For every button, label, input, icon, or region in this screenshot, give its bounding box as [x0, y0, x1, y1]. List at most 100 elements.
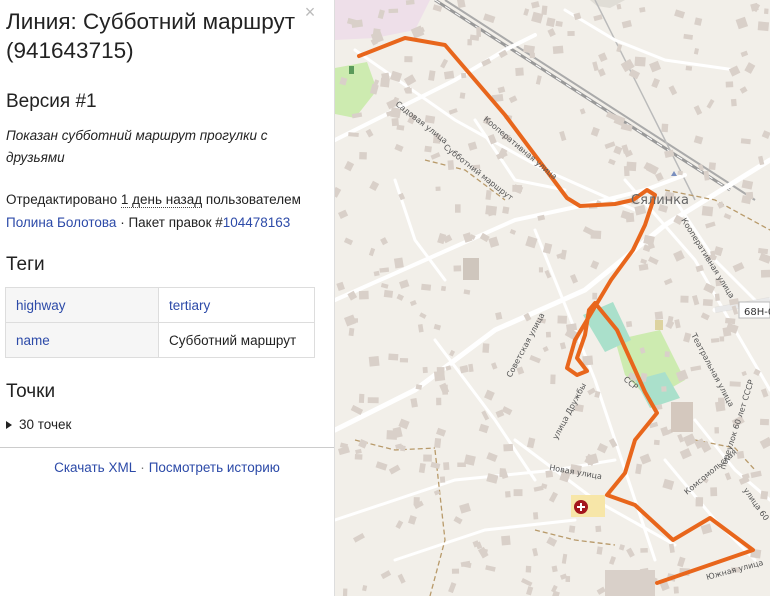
building — [485, 205, 498, 216]
building — [701, 205, 714, 217]
building — [391, 118, 399, 127]
building — [463, 258, 479, 280]
tag-key[interactable]: highway — [5, 287, 159, 323]
close-icon[interactable]: × — [301, 3, 319, 21]
building — [719, 336, 725, 342]
building — [351, 19, 363, 29]
building — [680, 295, 689, 303]
building — [661, 386, 667, 392]
building — [367, 397, 379, 404]
building — [354, 453, 363, 460]
building — [545, 331, 551, 338]
building — [673, 586, 679, 594]
building — [358, 290, 369, 300]
version-heading: Версия #1 — [6, 91, 97, 112]
building — [545, 17, 556, 28]
building — [525, 565, 532, 573]
building — [590, 230, 602, 240]
building — [625, 212, 635, 223]
building — [436, 367, 445, 376]
building — [404, 56, 413, 63]
map[interactable]: Сялинка 68Н-0 Садовая улица Субботний ма… — [335, 0, 770, 596]
table-row: highway tertiary — [5, 287, 315, 323]
building — [423, 454, 432, 462]
building — [725, 81, 734, 88]
building — [451, 568, 460, 574]
edited-by: пользователем — [205, 192, 301, 207]
building — [710, 487, 718, 497]
edited-prefix: Отредактировано — [6, 192, 118, 207]
building — [383, 289, 394, 298]
building — [654, 311, 664, 320]
building — [655, 320, 663, 330]
building — [568, 525, 576, 533]
building — [640, 547, 648, 553]
building — [422, 366, 428, 374]
building — [467, 39, 472, 46]
building — [435, 186, 441, 191]
building — [555, 20, 563, 27]
user-link[interactable]: Полина Болотова — [6, 215, 116, 230]
points-count[interactable]: 30 точек — [19, 417, 71, 432]
building — [502, 206, 510, 214]
building — [439, 476, 446, 483]
building — [595, 525, 602, 533]
building — [677, 170, 683, 176]
hospital-icon-cross — [577, 506, 585, 508]
footer-separator: · — [140, 460, 145, 475]
points-summary[interactable]: 30 точек — [6, 417, 71, 432]
points-heading: Точки — [6, 381, 56, 402]
tags-heading: Теги — [6, 254, 45, 275]
building — [710, 337, 720, 343]
map-canvas[interactable]: Сялинка 68Н-0 Садовая улица Субботний ма… — [335, 0, 770, 596]
building — [513, 489, 523, 497]
building — [440, 285, 447, 292]
building — [661, 123, 669, 133]
building — [708, 162, 716, 171]
building — [388, 8, 399, 14]
building — [342, 588, 348, 596]
tag-key[interactable]: name — [5, 322, 159, 358]
building — [759, 418, 769, 426]
building — [447, 160, 455, 170]
building — [565, 576, 571, 582]
building — [634, 56, 646, 67]
view-history-link[interactable]: Посмотреть историю — [149, 460, 280, 475]
building — [393, 257, 404, 269]
place-label: Сялинка — [631, 193, 689, 208]
building — [455, 204, 461, 213]
building — [482, 343, 490, 353]
building — [592, 292, 598, 300]
changeset-link[interactable]: 104478163 — [223, 215, 291, 230]
building — [399, 358, 409, 363]
building — [685, 65, 693, 71]
building — [714, 427, 720, 434]
tag-value[interactable]: tertiary — [158, 287, 315, 323]
building — [729, 381, 741, 387]
disclosure-triangle-icon[interactable] — [6, 421, 12, 429]
building — [434, 438, 442, 448]
building — [359, 151, 367, 160]
building — [358, 393, 365, 403]
building — [653, 439, 660, 446]
building — [533, 512, 539, 520]
building — [722, 326, 732, 337]
building — [443, 462, 450, 471]
changeset-label: · Пакет правок # — [120, 215, 223, 230]
building — [386, 430, 398, 440]
building — [405, 0, 415, 5]
building — [529, 52, 535, 58]
changeset-comment: Показан субботний маршрут прогулки с дру… — [6, 128, 268, 165]
page-title: Линия: Субботний маршрут (941643715) — [6, 9, 296, 63]
building — [625, 321, 633, 328]
footer-links: Скачать XML · Посмотреть историю — [0, 460, 334, 475]
divider — [0, 447, 334, 448]
building — [760, 490, 769, 500]
building — [381, 72, 390, 82]
sidebar: × Линия: Субботний маршрут (941643715) В… — [0, 0, 335, 596]
building — [388, 353, 399, 361]
building — [459, 92, 466, 99]
tag-value: Субботний маршрут — [158, 322, 315, 358]
building — [730, 98, 737, 107]
download-xml-link[interactable]: Скачать XML — [54, 460, 136, 475]
